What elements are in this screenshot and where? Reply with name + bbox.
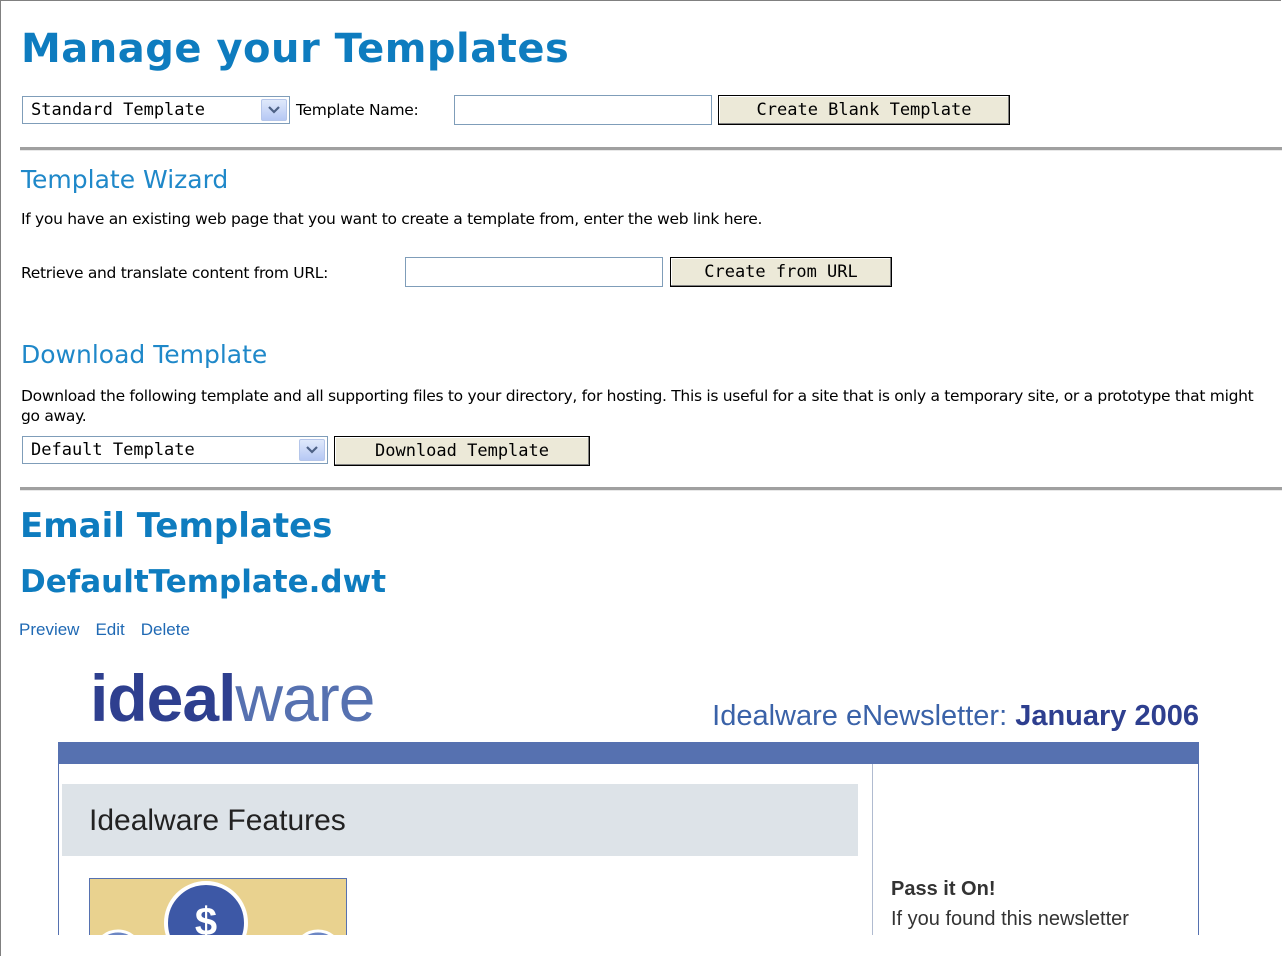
delete-link[interactable]: Delete	[141, 620, 190, 640]
newsletter-title: Idealware eNewsletter: January 2006	[712, 700, 1199, 733]
template-name-input[interactable]	[454, 95, 712, 125]
logo-light: ware	[235, 661, 375, 735]
download-template-button[interactable]: Download Template	[334, 436, 590, 466]
chevron-down-icon[interactable]	[299, 439, 325, 461]
features-heading: Idealware Features	[89, 804, 346, 837]
newsletter-date: January 2006	[1015, 700, 1199, 732]
column-divider	[872, 764, 873, 935]
features-panel: Idealware Features	[62, 784, 858, 856]
sidebar-heading: Pass it On!	[891, 878, 996, 900]
download-description: Download the following template and all …	[21, 387, 1254, 425]
url-input[interactable]	[405, 257, 663, 287]
feature-thumbnail: $	[89, 878, 347, 935]
download-template-title: Download Template	[21, 340, 268, 369]
wizard-description: If you have an existing web page that yo…	[21, 210, 763, 228]
download-template-value: Default Template	[31, 440, 195, 460]
template-type-value: Standard Template	[31, 100, 205, 120]
header-bar	[58, 742, 1199, 764]
download-template-select[interactable]: Default Template	[22, 436, 328, 464]
edit-link[interactable]: Edit	[95, 620, 124, 640]
template-actions: Preview Edit Delete	[19, 620, 190, 640]
email-templates-title: Email Templates	[20, 506, 333, 546]
template-wizard-title: Template Wizard	[21, 165, 229, 194]
template-type-select[interactable]: Standard Template	[22, 96, 290, 124]
chevron-down-icon[interactable]	[261, 99, 287, 121]
template-preview: idealware Idealware eNewsletter: January…	[58, 660, 1199, 935]
sidebar-text: If you found this newsletter	[891, 908, 1129, 930]
template-file-name: DefaultTemplate.dwt	[20, 564, 387, 600]
preview-link[interactable]: Preview	[19, 620, 79, 640]
svg-text:$: $	[195, 900, 217, 935]
create-from-url-button[interactable]: Create from URL	[670, 257, 892, 287]
idealware-logo: idealware	[90, 660, 375, 736]
url-label: Retrieve and translate content from URL:	[21, 264, 329, 282]
dollar-icon: $	[102, 881, 334, 935]
divider	[20, 147, 1282, 151]
newsletter-prefix: Idealware eNewsletter:	[712, 700, 1016, 732]
template-name-label: Template Name:	[296, 101, 419, 119]
divider	[20, 487, 1282, 491]
logo-bold: ideal	[90, 661, 236, 735]
page-title: Manage your Templates	[21, 26, 570, 72]
create-blank-template-button[interactable]: Create Blank Template	[718, 95, 1010, 125]
